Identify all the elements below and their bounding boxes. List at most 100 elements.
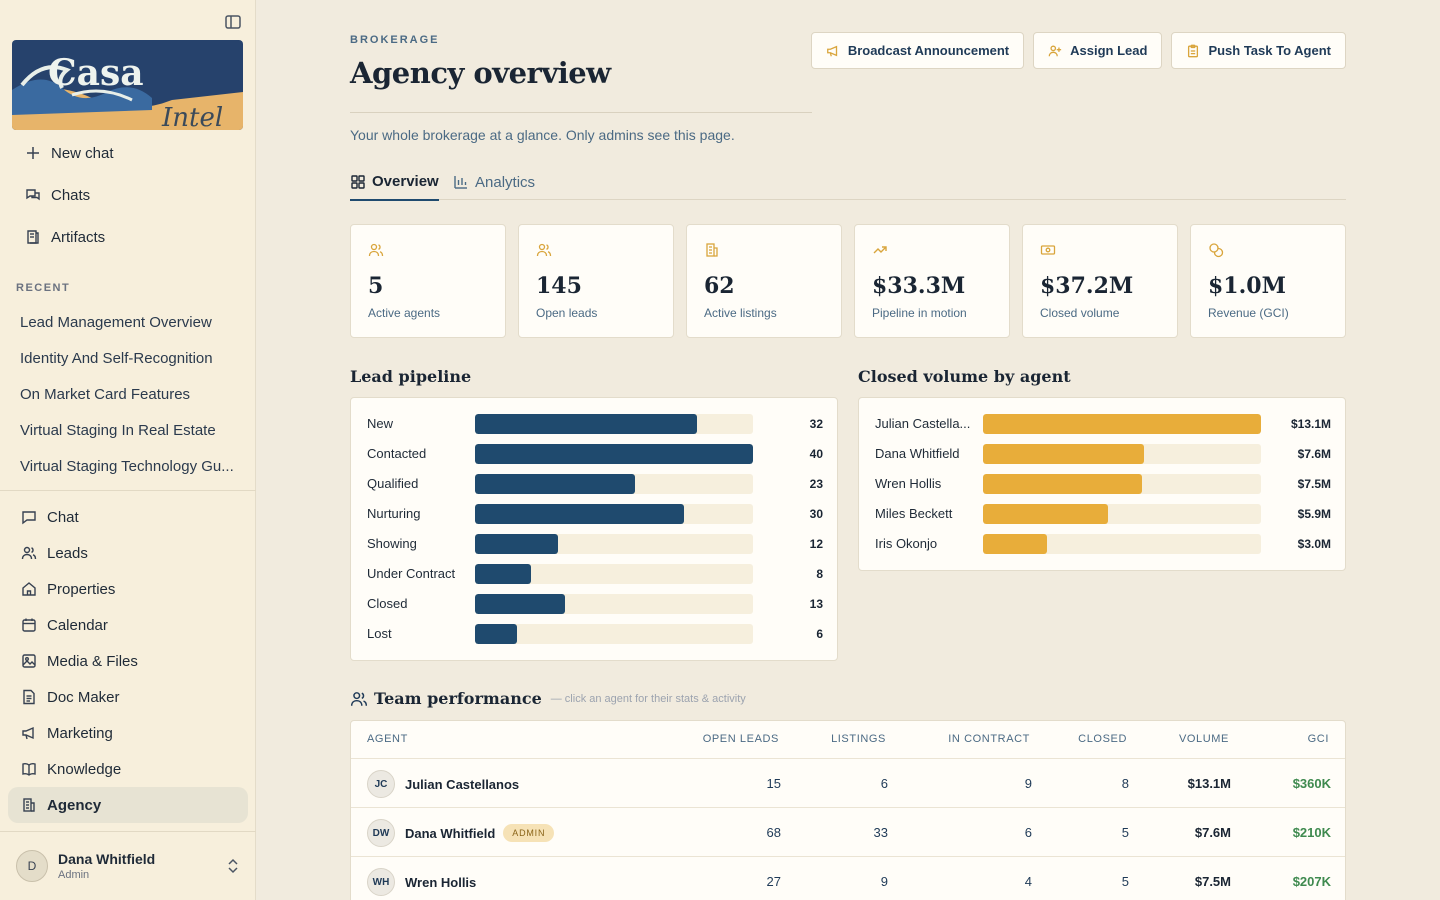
- cell-contract: 9: [1024, 776, 1032, 791]
- bar-label: New: [367, 416, 394, 431]
- plus-icon: [24, 144, 42, 162]
- coins-icon: [1208, 242, 1224, 258]
- lead-pipeline-title: Lead pipeline: [350, 367, 472, 386]
- new-chat-button[interactable]: New chat: [8, 132, 248, 174]
- sidebar-item-doc-maker[interactable]: Doc Maker: [8, 679, 248, 715]
- agent-initials-avatar: DW: [367, 819, 395, 847]
- tab-analytics[interactable]: Analytics: [453, 164, 535, 200]
- recent-chat-item[interactable]: On Market Card Features: [8, 376, 248, 412]
- sidebar-item-properties[interactable]: Properties: [8, 571, 248, 607]
- stat-card-open-leads: 145 Open leads: [518, 224, 674, 338]
- bar-label: Closed: [367, 596, 408, 611]
- column-header-open-leads: OPEN LEADS: [702, 733, 779, 745]
- bar-fill: [983, 474, 1143, 494]
- sidebar-item-artifacts[interactable]: Artifacts: [8, 216, 248, 258]
- sidebar-divider: [0, 831, 256, 832]
- lead-pipeline-panel: New 32 Contacted 40 Qualified 23 Nurturing 30 Sh…: [350, 397, 838, 661]
- bar-fill: [475, 624, 517, 644]
- bar-fill: [983, 504, 1109, 524]
- bar-track: [983, 504, 1261, 524]
- recent-chat-item[interactable]: Virtual Staging In Real Estate: [8, 412, 248, 448]
- bar-row: Nurturing 30: [367, 504, 823, 524]
- bar-track: [475, 444, 753, 464]
- page-eyebrow: BROKERAGE: [350, 34, 440, 46]
- agent-name[interactable]: Julian Castellanos: [405, 777, 519, 792]
- recent-chat-item[interactable]: Lead Management Overview: [8, 304, 248, 340]
- stat-label: Open leads: [536, 306, 598, 320]
- broadcast-announcement-button[interactable]: Broadcast Announcement: [810, 32, 1025, 69]
- user-menu[interactable]: D Dana Whitfield Admin: [16, 848, 246, 884]
- cell-contract: 4: [1024, 874, 1032, 889]
- bar-track: [475, 414, 753, 434]
- agent-name[interactable]: Dana Whitfield: [405, 826, 495, 841]
- cell-volume: $13.1M: [1187, 776, 1231, 791]
- stat-cards: 5 Active agents 145 Open leads 62 Active…: [350, 224, 1346, 338]
- sidebar-item-knowledge[interactable]: Knowledge: [8, 751, 248, 787]
- sidebar-item-label: Leads: [47, 544, 88, 562]
- tab-label: Analytics: [475, 173, 536, 191]
- agent-initials-avatar: WH: [367, 868, 395, 896]
- sidebar-item-chat[interactable]: Chat: [8, 499, 248, 535]
- admin-badge: ADMIN: [503, 824, 555, 842]
- bar-row: Miles Beckett $5.9M: [875, 504, 1331, 524]
- bar-row: Dana Whitfield $7.6M: [875, 444, 1331, 464]
- bar-label: Qualified: [367, 476, 419, 491]
- sidebar-item-marketing[interactable]: Marketing: [8, 715, 248, 751]
- sidebar-divider: [0, 490, 256, 491]
- bar-label: Iris Okonjo: [875, 536, 938, 551]
- recent-chat-item[interactable]: Virtual Staging Technology Gu...: [8, 448, 248, 484]
- bar-fill: [983, 414, 1261, 434]
- user-role: Admin: [58, 869, 90, 881]
- stat-card-active-agents: 5 Active agents: [350, 224, 506, 338]
- sidebar-item-leads[interactable]: Leads: [8, 535, 248, 571]
- column-header-volume: VOLUME: [1178, 733, 1229, 745]
- sidebar-toggle-icon[interactable]: [224, 13, 242, 31]
- bar-track: [983, 534, 1261, 554]
- sidebar-item-label: Marketing: [47, 724, 113, 742]
- recent-chat-item[interactable]: Identity And Self-Recognition: [8, 340, 248, 376]
- bar-row: Wren Hollis $7.5M: [875, 474, 1331, 494]
- team-performance-table: AGENT OPEN LEADS LISTINGS IN CONTRACT CL…: [350, 720, 1346, 900]
- page-title: Agency overview: [350, 56, 611, 90]
- chats-label: Chats: [51, 186, 91, 204]
- stat-value: $37.2M: [1040, 273, 1134, 299]
- bar-label: Miles Beckett: [875, 506, 953, 521]
- grid-icon: [350, 174, 366, 190]
- table-row[interactable]: WH Wren Hollis 27 9 4 5 $7.5M $207K: [351, 856, 1345, 900]
- bar-label: Contacted: [367, 446, 427, 461]
- bar-value: $7.6M: [1297, 447, 1331, 461]
- push-task-button[interactable]: Push Task To Agent: [1171, 32, 1346, 69]
- sidebar-item-chats[interactable]: Chats: [8, 174, 248, 216]
- sidebar-item-label: Knowledge: [47, 760, 122, 778]
- sidebar-item-label: Media & Files: [47, 652, 138, 670]
- trending-up-icon: [872, 242, 888, 258]
- users-icon: [368, 242, 384, 258]
- bar-track: [475, 504, 753, 524]
- bar-track: [983, 474, 1261, 494]
- team-performance-hint: — click an agent for their stats & activ…: [550, 692, 746, 705]
- table-row[interactable]: DW Dana Whitfield ADMIN 68 33 6 5 $7.6M $210K: [351, 807, 1345, 856]
- sidebar-item-media-files[interactable]: Media & Files: [8, 643, 248, 679]
- tab-overview[interactable]: Overview: [350, 164, 439, 201]
- column-header-agent: AGENT: [367, 733, 408, 745]
- sidebar-item-label: Agency: [47, 796, 102, 814]
- assign-lead-button[interactable]: Assign Lead: [1033, 32, 1163, 69]
- artifacts-icon: [24, 228, 42, 246]
- stat-label: Active listings: [704, 306, 777, 320]
- chat-icon: [20, 508, 38, 526]
- agent-name[interactable]: Wren Hollis: [405, 875, 476, 890]
- stat-card-active-listings: 62 Active listings: [686, 224, 842, 338]
- casa-intel-logo[interactable]: Casa Intel: [12, 40, 243, 130]
- page-subtitle: Your whole brokerage at a glance. Only a…: [350, 127, 735, 143]
- sidebar-item-calendar[interactable]: Calendar: [8, 607, 248, 643]
- cell-contract: 6: [1024, 825, 1032, 840]
- sidebar-item-agency[interactable]: Agency: [8, 787, 248, 823]
- bar-label: Dana Whitfield: [875, 446, 960, 461]
- bar-row: Lost 6: [367, 624, 823, 644]
- table-row[interactable]: JC Julian Castellanos 15 6 9 8 $13.1M $360K: [351, 758, 1345, 807]
- cell-open: 15: [766, 776, 781, 791]
- bar-value: $5.9M: [1297, 507, 1331, 521]
- bar-track: [475, 624, 753, 644]
- cell-closed: 5: [1121, 874, 1129, 889]
- tab-bar: Overview Analytics: [350, 164, 1346, 201]
